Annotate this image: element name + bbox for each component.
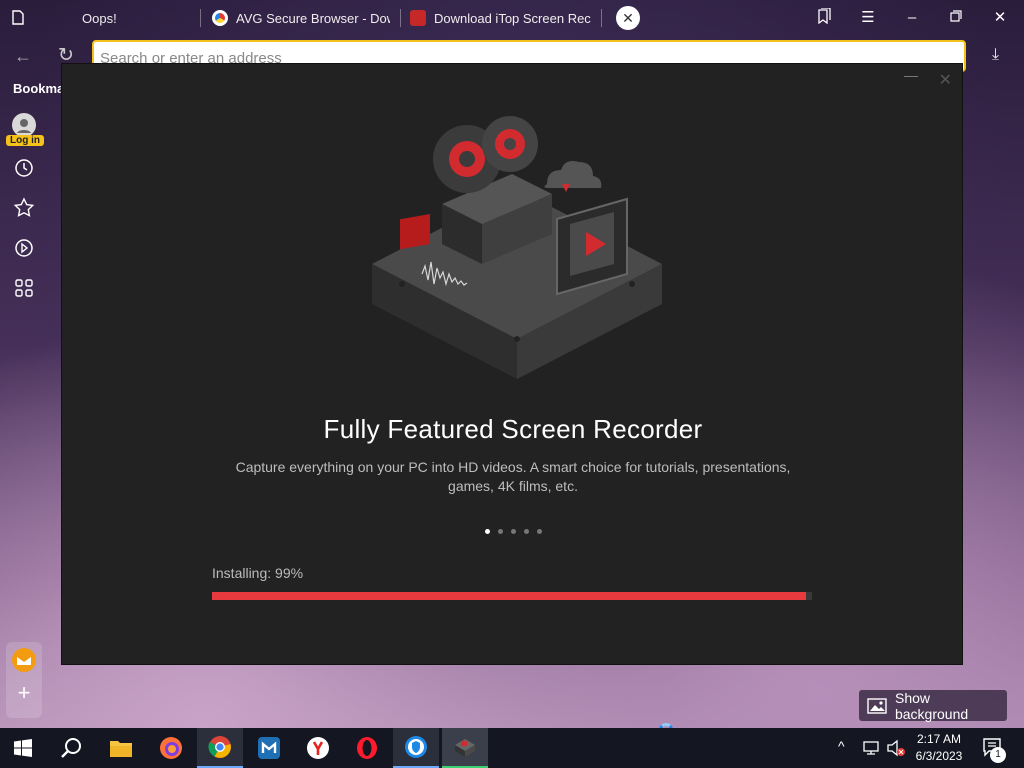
slide-dot[interactable] xyxy=(536,529,542,534)
show-background-button[interactable]: Show background xyxy=(859,689,1007,722)
tab-label: AVG Secure Browser - Dow xyxy=(236,10,390,26)
network-icon[interactable] xyxy=(862,740,880,756)
itop-icon xyxy=(410,10,426,26)
show-background-label: Show background xyxy=(894,689,969,722)
image-icon xyxy=(867,697,887,714)
clock-time[interactable]: 2:17 AM xyxy=(910,732,968,746)
tab-separator xyxy=(200,9,201,27)
chrome-icon[interactable] xyxy=(197,728,243,768)
download-icon[interactable]: ⤓ xyxy=(992,46,999,64)
bookmarks-star-icon[interactable] xyxy=(12,196,36,220)
search-icon[interactable] xyxy=(48,728,94,768)
slide-dot[interactable] xyxy=(510,529,516,534)
itop-installer-icon[interactable] xyxy=(442,728,488,768)
user-avatar-icon[interactable] xyxy=(12,113,36,137)
close-window-icon[interactable]: ✕ xyxy=(990,8,1010,28)
collections-icon[interactable] xyxy=(814,7,834,28)
restore-icon[interactable] xyxy=(946,8,966,28)
tab-separator xyxy=(601,9,602,27)
install-progress-label: Installing: 99% xyxy=(212,565,304,581)
tab-label: Oops! xyxy=(82,10,117,26)
add-icon[interactable]: + xyxy=(12,681,36,705)
tab-download-itop[interactable]: Download iTop Screen Rec xyxy=(410,0,594,36)
slide-dot[interactable] xyxy=(484,529,490,534)
screen-recorder-illustration xyxy=(372,116,662,379)
install-progress-bar xyxy=(212,592,812,600)
firefox-icon[interactable] xyxy=(148,728,194,768)
show-hidden-icons-chevron-icon[interactable]: ^ xyxy=(838,738,845,754)
yandex-icon[interactable] xyxy=(295,728,341,768)
notification-count-badge: 1 xyxy=(990,747,1006,763)
feature-description: Capture everything on your PC into HD vi… xyxy=(235,459,791,494)
maxthon-icon[interactable] xyxy=(246,728,292,768)
volume-muted-icon[interactable] xyxy=(886,739,906,757)
file-explorer-icon[interactable] xyxy=(98,728,144,768)
installer-close-icon[interactable]: ✕ xyxy=(939,70,952,90)
feature-title: Fully Featured Screen Recorder xyxy=(323,414,703,444)
tab-separator xyxy=(400,9,401,27)
clock-date[interactable]: 6/3/2023 xyxy=(910,749,968,763)
minimize-icon[interactable]: – xyxy=(902,8,922,28)
avg-browser-icon xyxy=(212,10,228,26)
windows-start-icon[interactable] xyxy=(0,728,46,768)
tab-label: Download iTop Screen Rec xyxy=(434,10,591,26)
install-progress-fill xyxy=(212,592,806,600)
avg-secure-browser-icon[interactable] xyxy=(393,728,439,768)
slide-dot[interactable] xyxy=(523,529,529,534)
close-tab-icon[interactable]: ✕ xyxy=(616,6,640,30)
slide-indicator xyxy=(62,529,964,534)
taskbar: ^ 2:17 AM 6/3/2023 1 xyxy=(0,728,1024,768)
apps-grid-icon[interactable] xyxy=(12,276,36,300)
back-arrow-icon[interactable]: ← xyxy=(14,46,32,67)
login-badge[interactable]: Log in xyxy=(6,135,44,146)
tab-avg-secure-browser[interactable]: AVG Secure Browser - Dow xyxy=(212,0,390,36)
history-clock-icon[interactable] xyxy=(12,156,36,180)
tab-oops[interactable]: Oops! xyxy=(82,0,192,36)
menu-icon[interactable]: ☰ xyxy=(858,8,878,28)
tab-bar: Oops! AVG Secure Browser - Dow Download … xyxy=(0,0,1024,36)
video-play-icon[interactable] xyxy=(12,236,36,260)
installer-minimize-icon[interactable] xyxy=(904,76,918,77)
opera-icon[interactable] xyxy=(344,728,390,768)
installer-window: ✕ Fully Featured Screen Recorder Capture… xyxy=(61,63,963,665)
page-icon[interactable] xyxy=(12,10,24,25)
mail-icon[interactable] xyxy=(12,648,36,672)
bookmarks-bar-label[interactable]: Bookma xyxy=(13,81,64,96)
slide-dot[interactable] xyxy=(497,529,503,534)
